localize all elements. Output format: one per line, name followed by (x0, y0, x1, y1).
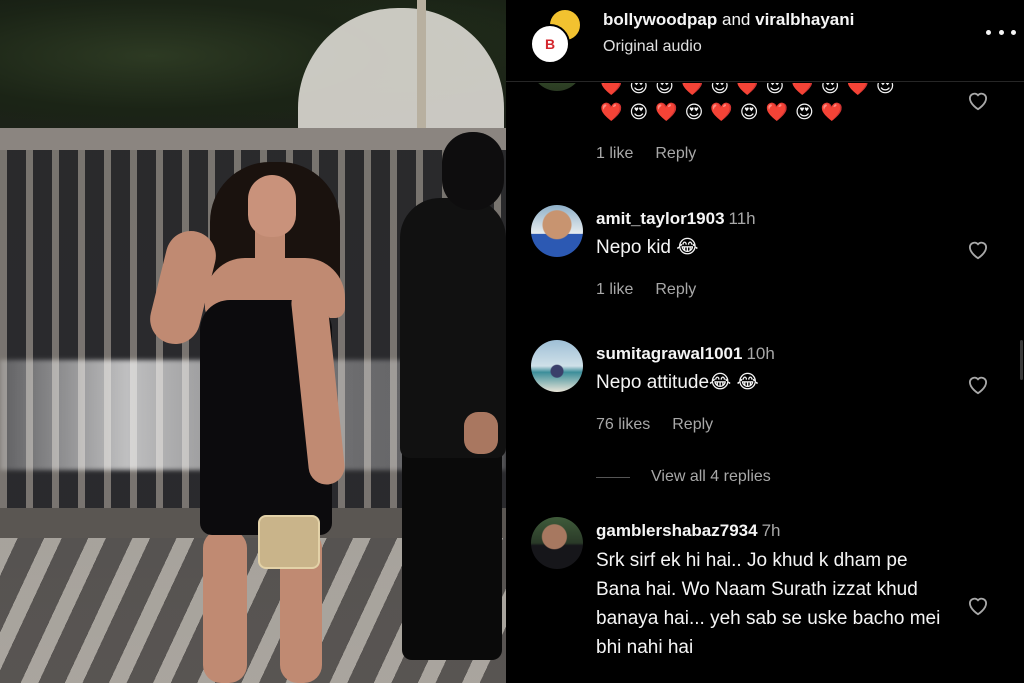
comment-text: ❤️😍❤️😍❤️😍❤️😍❤️ (600, 102, 851, 122)
comment-item: amit_taylor1903 11h Nepo kid 😂 1 like Repl… (506, 201, 1024, 311)
more-horizontal-icon[interactable] (986, 20, 1016, 44)
comment-text: Srk sirf ek hi hai.. Jo khud k dham pe B… (596, 550, 941, 658)
comment-username[interactable]: amit_taylor1903 11h (596, 209, 756, 229)
comment-time: 10h (746, 344, 775, 363)
post-header: B bollywoodpap and viralbhayani Original… (506, 0, 1024, 82)
comment-item: ❤️😍😍❤️😍❤️😍❤️😍❤️😍 ❤️😍❤️😍❤️😍❤️😍❤️ 1 like Re… (506, 83, 1024, 183)
comment-meta: 76 likes Reply (596, 416, 713, 434)
like-count[interactable]: 1 like (596, 281, 633, 298)
man-figure-head (442, 132, 504, 210)
woman-figure-face (248, 175, 296, 237)
heart-icon[interactable] (964, 87, 992, 113)
view-replies-label: View all 4 replies (651, 468, 771, 485)
heart-icon[interactable] (964, 371, 992, 397)
avatar[interactable] (531, 517, 583, 569)
comment-username[interactable]: gamblershabaz7934 7h (596, 521, 781, 541)
like-count[interactable]: 1 like (596, 145, 633, 162)
author-link[interactable]: viralbhayani (755, 10, 854, 29)
reply-button[interactable]: Reply (655, 145, 696, 162)
comments-panel: B bollywoodpap and viralbhayani Original… (506, 0, 1024, 683)
post-authors: bollywoodpap and viralbhayani (603, 10, 854, 30)
comment-username[interactable]: sumitagrawal1001 10h (596, 344, 775, 364)
avatar[interactable] (531, 340, 583, 392)
avatar[interactable] (531, 83, 583, 91)
avatar[interactable] (531, 205, 583, 257)
man-figure-legs (402, 440, 502, 660)
like-count[interactable]: 76 likes (596, 416, 650, 433)
scrollbar[interactable] (1020, 340, 1023, 380)
comment-list: ❤️😍😍❤️😍❤️😍❤️😍❤️😍 ❤️😍❤️😍❤️😍❤️😍❤️ 1 like Re… (506, 83, 1024, 683)
reply-button[interactable]: Reply (655, 281, 696, 298)
background-pole (417, 0, 426, 130)
video-player[interactable] (0, 0, 506, 683)
comment-text: Nepo attitude😂 😂 (596, 372, 759, 393)
reply-button[interactable]: Reply (672, 416, 713, 433)
view-replies-button[interactable]: View all 4 replies (596, 468, 771, 486)
woman-figure-leg (203, 530, 247, 683)
comment-item: gamblershabaz7934 7h Srk sirf ek hi hai..… (506, 513, 1024, 683)
handbag (258, 515, 320, 569)
heart-icon[interactable] (964, 236, 992, 262)
comment-meta: 1 like Reply (596, 281, 696, 299)
avatar[interactable]: B (530, 24, 570, 64)
man-figure-hand (464, 412, 498, 454)
collab-avatars[interactable]: B (530, 8, 590, 64)
author-link[interactable]: bollywoodpap (603, 10, 717, 29)
comment-time: 11h (728, 209, 756, 228)
authors-conjunction: and (722, 10, 751, 29)
gate-rail (0, 128, 506, 150)
audio-label[interactable]: Original audio (603, 38, 702, 56)
comment-text: ❤️😍😍❤️😍❤️😍❤️😍❤️😍 (600, 83, 902, 96)
comment-meta: 1 like Reply (596, 145, 696, 163)
divider (596, 476, 630, 478)
comment-text: Nepo kid 😂 (596, 237, 699, 258)
heart-icon[interactable] (964, 592, 992, 618)
comment-time: 7h (761, 521, 781, 540)
